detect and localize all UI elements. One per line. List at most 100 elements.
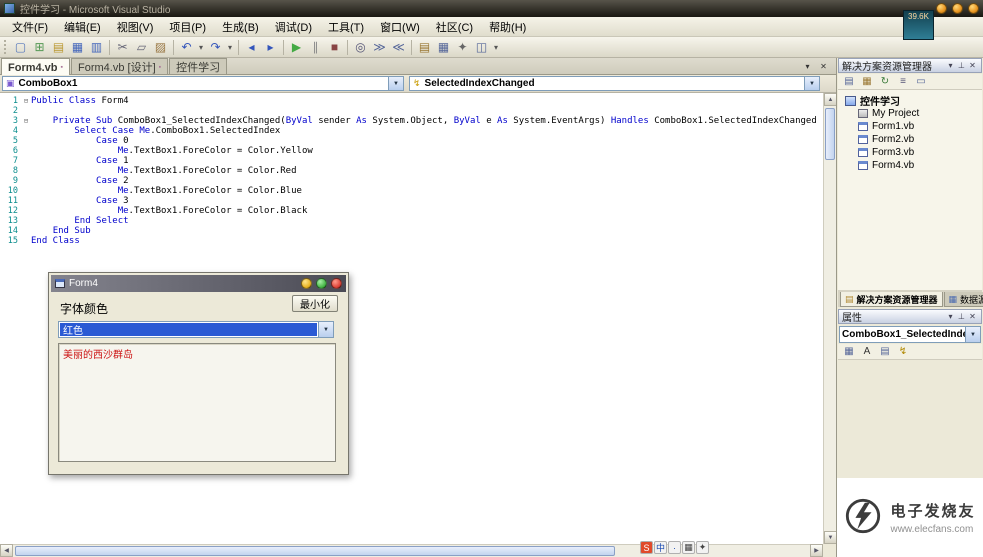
speed-monitor-badge[interactable]: 39.6K <box>903 10 934 40</box>
event-dropdown[interactable]: ↯ SelectedIndexChanged ▼ <box>409 76 820 91</box>
solution-explorer-icon[interactable]: ▤ <box>415 38 434 56</box>
close-icon[interactable]: ✕ <box>967 61 978 70</box>
redo-options-icon[interactable]: ▾ <box>225 38 235 56</box>
events-icon[interactable]: ↯ <box>895 345 911 359</box>
navigate-forward-icon[interactable]: ▸ <box>261 38 280 56</box>
save-all-icon[interactable]: ▥ <box>87 38 106 56</box>
properties-grid[interactable] <box>838 360 982 478</box>
horizontal-scroll-thumb[interactable] <box>15 546 615 556</box>
close-window-icon[interactable] <box>968 3 979 14</box>
indent-icon[interactable]: ≫ <box>370 38 389 56</box>
object-dropdown[interactable]: ▣ ComboBox1 ▼ <box>2 76 404 91</box>
tree-item[interactable]: Form2.vb <box>838 133 982 146</box>
break-all-icon[interactable]: ∥ <box>306 38 325 56</box>
tree-item[interactable]: Form1.vb <box>838 120 982 133</box>
stop-debug-icon[interactable]: ■ <box>325 38 344 56</box>
form-minimize-icon[interactable] <box>301 278 312 289</box>
vertical-scrollbar[interactable]: ▲ ▼ <box>823 93 836 544</box>
active-files-icon[interactable]: ▾ <box>801 60 814 73</box>
chevron-down-icon[interactable]: ▼ <box>804 77 819 90</box>
pin-icon[interactable]: ⊥ <box>956 61 967 70</box>
ime-mode-icon[interactable]: 中 <box>654 541 667 554</box>
tree-item[interactable]: Form4.vb <box>838 159 982 172</box>
tab-data-sources[interactable]: ▦数据源 <box>944 292 983 307</box>
window-menu-icon[interactable]: ▾ <box>945 61 956 70</box>
scroll-left-icon[interactable]: ◀ <box>0 544 13 557</box>
refresh-icon[interactable]: ↻ <box>877 75 893 89</box>
new-project-icon[interactable]: ▢ <box>11 38 30 56</box>
menu-item[interactable]: 窗口(W) <box>372 16 428 38</box>
undo-icon[interactable]: ↶ <box>177 38 196 56</box>
tab-solution-explorer[interactable]: ▤解决方案资源管理器 <box>840 292 943 307</box>
show-all-files-icon[interactable]: ▦ <box>859 75 875 89</box>
undo-options-icon[interactable]: ▾ <box>196 38 206 56</box>
maximize-window-icon[interactable] <box>952 3 963 14</box>
tab-strip: Form4.vb▪Form4.vb [设计]▪控件学习 <box>0 58 836 75</box>
chevron-down-icon[interactable]: ▼ <box>965 327 980 342</box>
toolbar-grip[interactable] <box>4 40 7 54</box>
vertical-scroll-thumb[interactable] <box>825 108 835 160</box>
object-browser-icon[interactable]: ◫ <box>472 38 491 56</box>
ime-brand-icon[interactable]: S <box>640 541 653 554</box>
tree-item[interactable]: My Project <box>838 107 982 120</box>
menu-item[interactable]: 调试(D) <box>267 16 320 38</box>
redo-icon[interactable]: ↷ <box>206 38 225 56</box>
ime-punct-icon[interactable]: · <box>668 541 681 554</box>
outdent-icon[interactable]: ≪ <box>389 38 408 56</box>
minimize-button[interactable]: 最小化 <box>292 295 338 312</box>
properties-page-icon[interactable]: ▤ <box>877 345 893 359</box>
properties-window-icon[interactable]: ▦ <box>434 38 453 56</box>
scroll-right-icon[interactable]: ▶ <box>810 544 823 557</box>
watermark-brand: 电子发烧友 <box>890 500 975 521</box>
add-item-icon[interactable]: ⊞ <box>30 38 49 56</box>
menu-item[interactable]: 视图(V) <box>109 16 162 38</box>
form-title-bar[interactable]: Form4 <box>51 275 346 292</box>
form-close-icon[interactable] <box>331 278 342 289</box>
tab-kongjian-xuexi[interactable]: 控件学习 <box>169 58 227 74</box>
menu-item[interactable]: 帮助(H) <box>481 16 534 38</box>
find-icon[interactable]: ◎ <box>351 38 370 56</box>
menu-item[interactable]: 编辑(E) <box>56 16 109 38</box>
color-combobox[interactable]: 红色 ▼ <box>58 321 334 338</box>
chevron-down-icon[interactable]: ▼ <box>318 322 333 337</box>
properties-icon[interactable]: ▤ <box>841 75 857 89</box>
pin-icon[interactable]: ⊥ <box>956 312 967 321</box>
alphabetical-icon[interactable]: A <box>859 345 875 359</box>
start-debug-icon[interactable]: ▶ <box>287 38 306 56</box>
paste-icon[interactable]: ▨ <box>151 38 170 56</box>
code-line: 3⊟ Private Sub ComboBox1_SelectedIndexCh… <box>0 116 823 126</box>
line-number: 11 <box>0 196 21 206</box>
tab-form4-vb[interactable]: Form4.vb▪ <box>1 58 70 75</box>
ime-tools-icon[interactable]: ✦ <box>696 541 709 554</box>
toolbar-options-icon[interactable]: ▾ <box>491 38 501 56</box>
menu-item[interactable]: 社区(C) <box>428 16 481 38</box>
window-menu-icon[interactable]: ▾ <box>945 312 956 321</box>
save-icon[interactable]: ▦ <box>68 38 87 56</box>
categorized-icon[interactable]: ▦ <box>841 345 857 359</box>
minimize-window-icon[interactable] <box>936 3 947 14</box>
tab-form4-vb-design[interactable]: Form4.vb [设计]▪ <box>71 58 168 74</box>
close-document-icon[interactable]: ✕ <box>817 60 830 73</box>
copy-icon[interactable]: ▱ <box>132 38 151 56</box>
chevron-down-icon[interactable]: ▼ <box>388 77 403 90</box>
code-line: 7 Case 1 <box>0 156 823 166</box>
close-icon[interactable]: ✕ <box>967 312 978 321</box>
form-textbox[interactable]: 美丽的西沙群岛 <box>58 343 336 462</box>
properties-object-dropdown[interactable]: ComboBox1_SelectedIndexChan ▼ <box>839 326 981 343</box>
properties-toolbar: ▦A▤↯ <box>838 344 982 360</box>
view-designer-icon[interactable]: ▭ <box>913 75 929 89</box>
tree-item-project[interactable]: 控件学习 <box>838 94 982 107</box>
view-code-icon[interactable]: ≡ <box>895 75 911 89</box>
menu-item[interactable]: 工具(T) <box>320 16 372 38</box>
open-file-icon[interactable]: ▤ <box>49 38 68 56</box>
cut-icon[interactable]: ✂ <box>113 38 132 56</box>
menu-item[interactable]: 生成(B) <box>214 16 267 38</box>
toolbox-icon[interactable]: ✦ <box>453 38 472 56</box>
ime-keyboard-icon[interactable]: ▦ <box>682 541 695 554</box>
tree-item[interactable]: Form3.vb <box>838 146 982 159</box>
menu-item[interactable]: 项目(P) <box>161 16 214 38</box>
form-maximize-icon[interactable] <box>316 278 327 289</box>
navigate-back-icon[interactable]: ◂ <box>242 38 261 56</box>
code-text: Case 2 <box>31 176 129 186</box>
menu-item[interactable]: 文件(F) <box>4 16 56 38</box>
